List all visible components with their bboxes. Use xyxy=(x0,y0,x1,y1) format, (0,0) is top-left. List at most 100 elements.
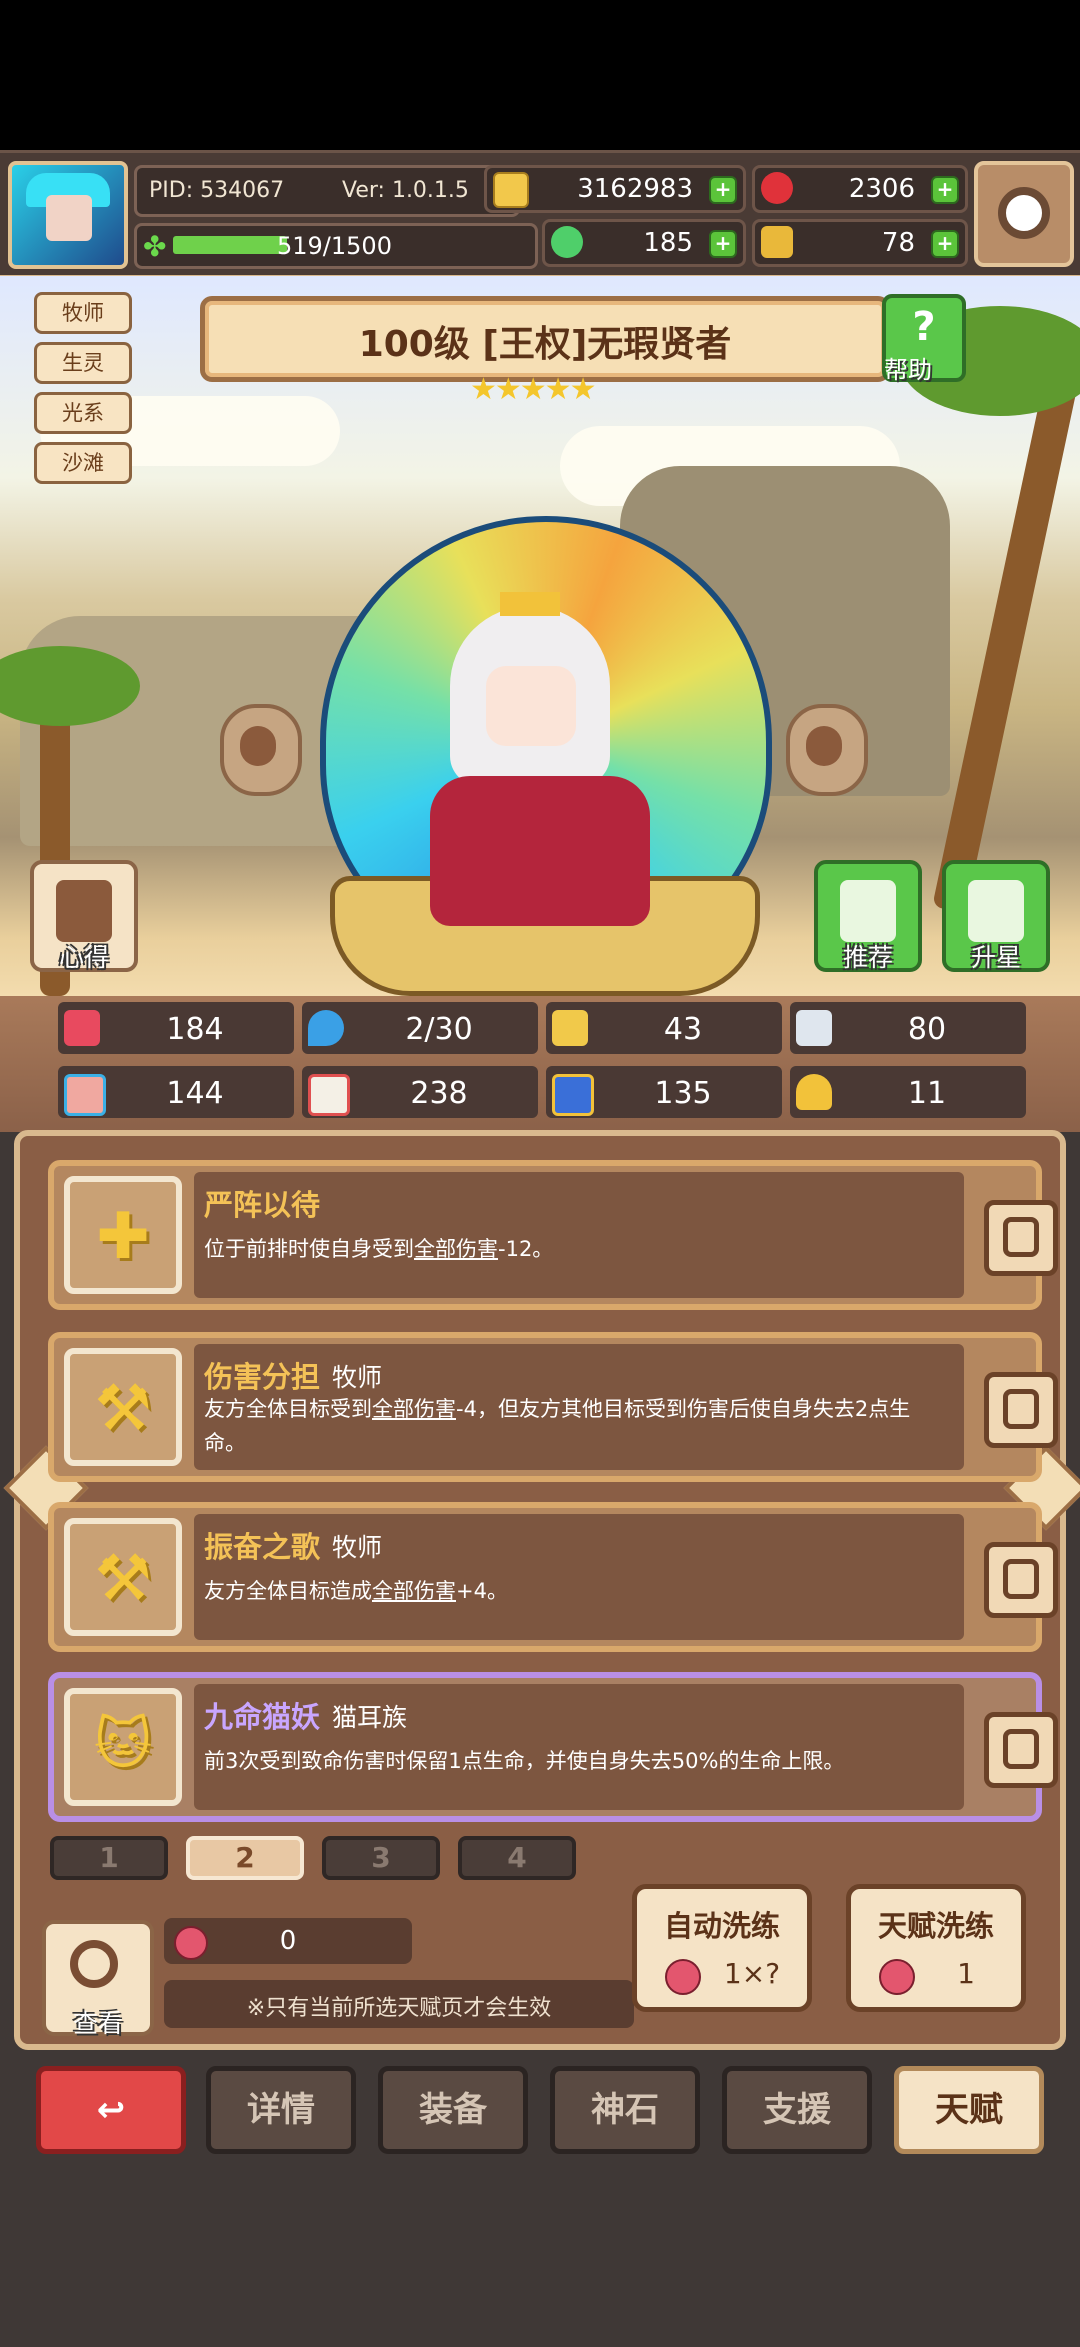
berry-icon xyxy=(665,1959,701,1995)
gear-icon xyxy=(998,187,1050,239)
stats-panel: 184 2/30 43 80 144 238 135 11 xyxy=(0,996,1080,1132)
add-gold-button[interactable]: + xyxy=(709,176,737,204)
player-avatar[interactable] xyxy=(8,161,128,269)
prev-hero-button[interactable] xyxy=(220,704,302,796)
stat-speed: 80 xyxy=(790,1002,1026,1054)
exp-bar-fill xyxy=(173,236,287,254)
upstar-button[interactable]: 升星 xyxy=(942,860,1050,972)
hero-title: 100级 [王权]无瑕贤者 xyxy=(358,324,732,365)
hero-face xyxy=(486,666,576,746)
note-box: ※只有当前所选天赋页才会生效 xyxy=(164,1980,634,2028)
active-page-note: ※只有当前所选天赋页才会生效 xyxy=(246,1996,552,2021)
page-tab-1[interactable]: 1 xyxy=(50,1836,168,1880)
auto-refine-label: 自动洗练 xyxy=(663,1909,780,1943)
tag-living: 生灵 xyxy=(34,342,132,384)
unlock-icon xyxy=(1003,1729,1039,1769)
hammer-glyph: ⚒ xyxy=(94,1542,152,1616)
talent-body: 伤害分担 牧师 友方全体目标受到全部伤害-4，但友方其他目标受到伤害后使自身失去… xyxy=(194,1344,964,1470)
damage-keyword-link[interactable]: 全部伤害 xyxy=(372,1397,456,1421)
horseshoe-icon xyxy=(796,1074,832,1110)
add-key-button[interactable]: + xyxy=(931,230,959,258)
tag-priest: 牧师 xyxy=(34,292,132,334)
talent-body: 严阵以待 位于前排时使自身受到全部伤害-12。 xyxy=(194,1172,964,1298)
key-resource: 78 + xyxy=(752,219,968,267)
stat-luck: 11 xyxy=(790,1066,1026,1118)
page-tab-2[interactable]: 2 xyxy=(186,1836,304,1880)
talent-class: 猫耳族 xyxy=(332,1703,408,1732)
stat-attack: 144 xyxy=(58,1066,294,1118)
clover-icon: ✤ xyxy=(143,230,167,263)
auto-refine-button[interactable]: 自动洗练 1×? xyxy=(632,1884,812,2012)
unlock-button[interactable] xyxy=(984,1712,1058,1788)
pid-box: PID: 534067 Ver: 1.0.1.5 xyxy=(134,165,520,217)
top-header: PID: 534067 Ver: 1.0.1.5 ✤ 519/1500 3162… xyxy=(0,150,1080,279)
talent-description: 友方全体目标受到全部伤害-4，但友方其他目标受到伤害后使自身失去2点生命。 xyxy=(204,1392,944,1460)
damage-keyword-link[interactable]: 全部伤害 xyxy=(414,1237,498,1261)
clover-resource: 185 + xyxy=(542,219,746,267)
avatar-face xyxy=(46,195,92,241)
talent-name: 振奋之歌 xyxy=(204,1530,321,1564)
talent-refine-cost: 1 xyxy=(957,1957,975,1990)
view-label: 查看 xyxy=(72,2009,123,2038)
stat-speed-value: 80 xyxy=(907,1012,947,1047)
back-button[interactable]: ↩ xyxy=(36,2066,186,2154)
nav-god-stone[interactable]: 神石 xyxy=(550,2066,700,2154)
gold-value: 3162983 xyxy=(577,174,693,204)
player-id: PID: 534067 xyxy=(149,178,285,203)
desc-text: 前3次受到致命伤害时保留1点生命，并使自身失去50%的生命上限。 xyxy=(204,1749,845,1773)
clover-leaf-icon xyxy=(551,226,583,258)
stat-hp-value: 184 xyxy=(166,1012,224,1047)
chevron-right-icon xyxy=(806,726,842,766)
gold-coin-icon xyxy=(493,172,529,208)
page-tab-4[interactable]: 4 xyxy=(458,1836,576,1880)
gold-resource: 3162983 + xyxy=(484,165,746,213)
page-tab-3[interactable]: 3 xyxy=(322,1836,440,1880)
hero-character[interactable] xyxy=(430,592,650,926)
exp-text: 519/1500 xyxy=(277,232,392,260)
unlock-button[interactable] xyxy=(984,1542,1058,1618)
exp-bar: ✤ 519/1500 xyxy=(134,223,538,269)
stat-mana: 2/30 xyxy=(302,1002,538,1054)
book-stack-icon xyxy=(56,880,112,942)
cross-glyph: ✚ xyxy=(96,1200,150,1274)
damage-keyword-link[interactable]: 全部伤害 xyxy=(372,1579,456,1603)
next-hero-button[interactable] xyxy=(786,704,868,796)
boot-icon xyxy=(552,1074,594,1116)
talent-class: 牧师 xyxy=(332,1533,383,1562)
nav-equipment[interactable]: 装备 xyxy=(378,2066,528,2154)
stat-magic-value: 238 xyxy=(410,1076,468,1111)
unlock-button[interactable] xyxy=(984,1372,1058,1448)
clover-value: 185 xyxy=(643,228,693,258)
add-gem-button[interactable]: + xyxy=(931,176,959,204)
cat-talent-icon: 🐱 xyxy=(64,1688,182,1806)
view-button[interactable]: 查看 xyxy=(42,1920,154,2038)
upstar-label: 升星 xyxy=(970,943,1021,972)
talent-refine-button[interactable]: 天赋洗练 1 xyxy=(846,1884,1026,2012)
settings-button[interactable] xyxy=(974,161,1074,267)
nav-details[interactable]: 详情 xyxy=(206,2066,356,2154)
stat-attack-value: 144 xyxy=(166,1076,224,1111)
stat-agility: 135 xyxy=(546,1066,782,1118)
add-clover-button[interactable]: + xyxy=(709,230,737,258)
nav-support[interactable]: 支援 xyxy=(722,2066,872,2154)
water-drop-icon xyxy=(308,1010,344,1046)
cross-talent-icon: ✚ xyxy=(64,1176,182,1294)
stat-mana-value: 2/30 xyxy=(405,1012,473,1047)
key-value: 78 xyxy=(881,228,915,258)
unlock-icon xyxy=(1003,1217,1039,1257)
insight-button[interactable]: 心得 xyxy=(30,860,138,972)
hammer-talent-icon: ⚒ xyxy=(64,1518,182,1636)
talent-description: 友方全体目标造成全部伤害+4。 xyxy=(204,1574,944,1608)
hero-scene: 牧师 生灵 光系 沙滩 100级 [王权]无瑕贤者 ★★★★★ ? 帮助 心得 … xyxy=(0,276,1080,996)
stat-defense-value: 43 xyxy=(663,1012,703,1047)
talent-slot-1: ✚ 严阵以待 位于前排时使自身受到全部伤害-12。 xyxy=(48,1160,1058,1310)
help-label: 帮助 xyxy=(884,356,932,384)
tag-light: 光系 xyxy=(34,392,132,434)
recommend-button[interactable]: 推荐 xyxy=(814,860,922,972)
talent-refine-label: 天赋洗练 xyxy=(877,1909,994,1943)
wing-icon xyxy=(796,1010,832,1046)
desc-text: +4。 xyxy=(456,1579,508,1603)
nav-talent[interactable]: 天赋 xyxy=(894,2066,1044,2154)
unlock-button[interactable] xyxy=(984,1200,1058,1276)
stat-magic: 238 xyxy=(302,1066,538,1118)
